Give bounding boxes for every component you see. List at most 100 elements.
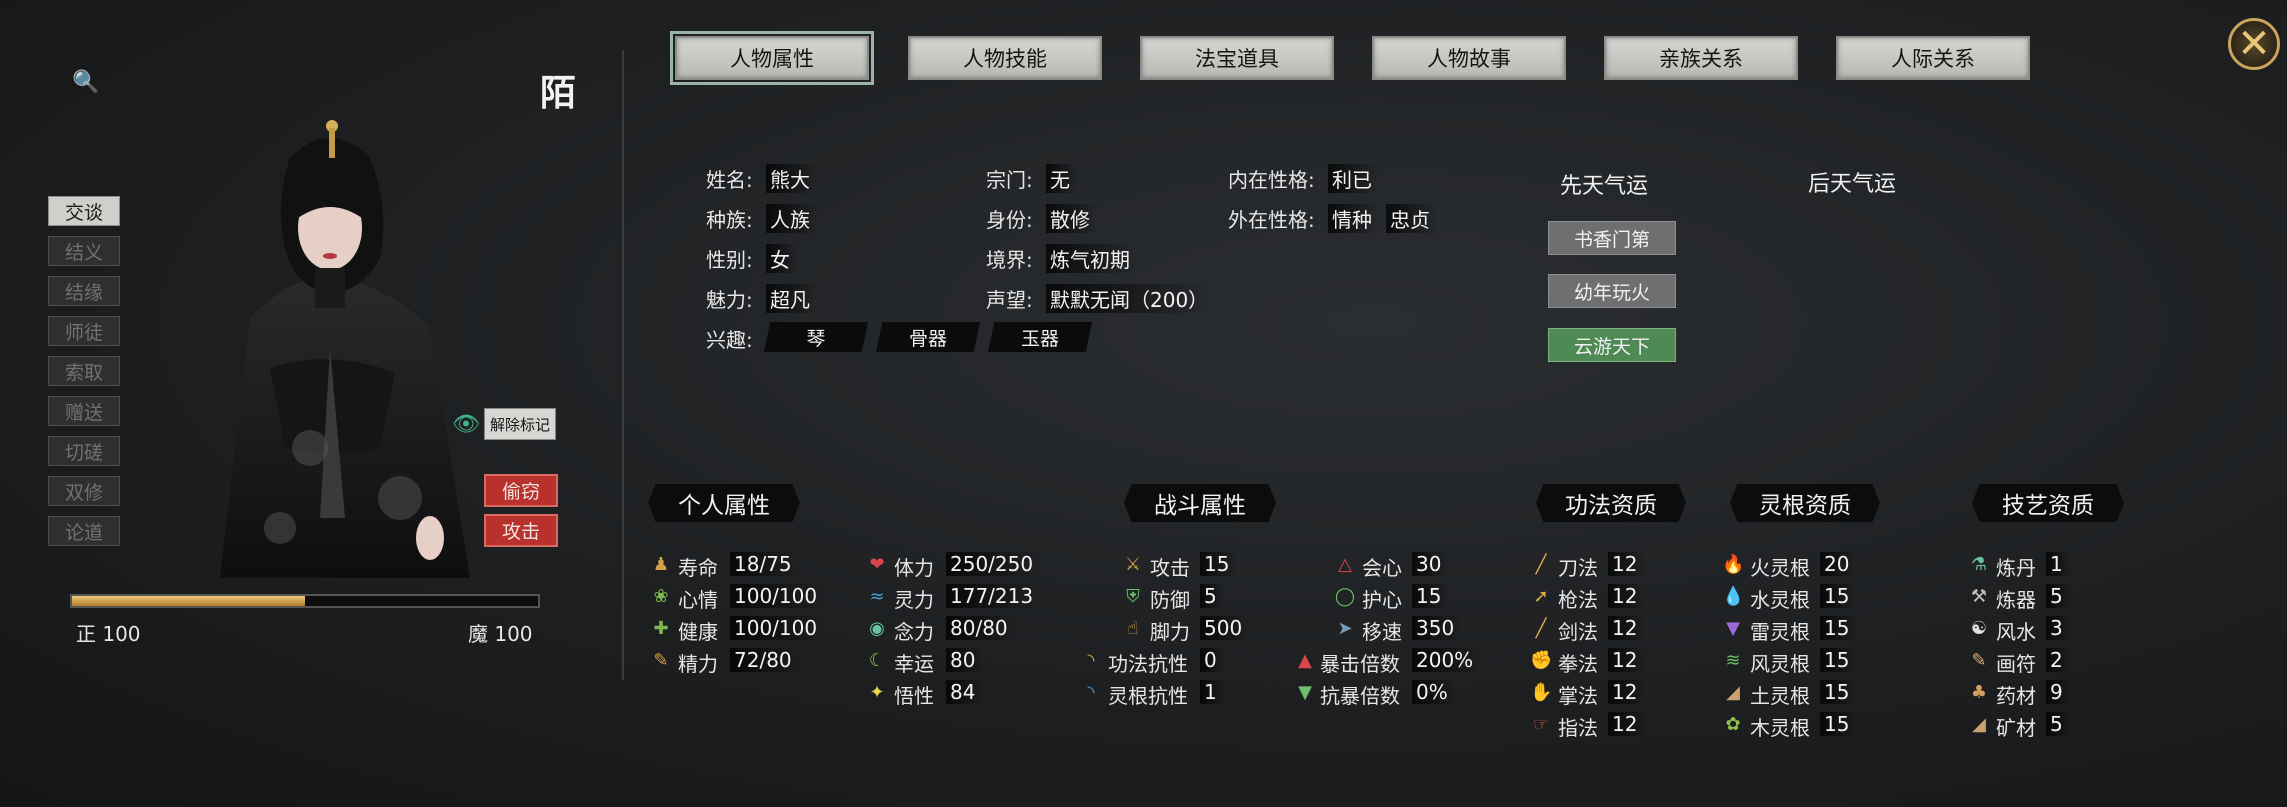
charm-value: 超凡 — [766, 284, 818, 313]
stat-label: 剑法 — [1558, 620, 1598, 644]
stat-label: 护心 — [1362, 588, 1402, 612]
stat-label: 土灵根 — [1750, 684, 1810, 708]
finger-icon: ☞ — [1532, 714, 1550, 735]
tab-family[interactable]: 亲族关系 — [1604, 36, 1798, 80]
talk-button[interactable]: 交谈 — [48, 196, 120, 226]
outer-personality-value: 情种 — [1328, 204, 1380, 233]
stat-value: 12 — [1608, 712, 1646, 736]
crit-multiplier-icon: ▲ — [1298, 650, 1312, 671]
stat-label: 雷灵根 — [1750, 620, 1810, 644]
innate-fate-title: 先天气运 — [1560, 174, 1649, 199]
stat-value: 100/100 — [730, 584, 826, 608]
stat-value: 177/213 — [946, 584, 1042, 608]
stat-label: 会心 — [1362, 556, 1402, 580]
righteous-label: 正 100 — [76, 622, 141, 646]
herb-icon: ♣ — [1970, 682, 1988, 703]
identity-label: 身份: — [986, 208, 1033, 232]
fate-item[interactable]: 云游天下 — [1548, 328, 1676, 362]
steal-button[interactable]: 偷窃 — [484, 474, 558, 507]
stat-value: 5 — [1200, 584, 1225, 608]
sect-value: 无 — [1046, 164, 1078, 193]
eye-icon[interactable]: 👁 — [452, 412, 480, 437]
stat-label: 心情 — [678, 588, 718, 612]
root-resist-icon: ◝ — [1087, 682, 1095, 703]
tab-attributes[interactable]: 人物属性 — [670, 31, 874, 85]
stat-label: 炼丹 — [1996, 556, 2036, 580]
heart-guard-icon: ◯ — [1334, 586, 1356, 607]
race-value: 人族 — [766, 204, 818, 233]
stat-value: 84 — [946, 680, 984, 704]
fate-item[interactable]: 幼年玩火 — [1548, 274, 1676, 308]
interest-label: 兴趣: — [706, 328, 753, 352]
discuss-dao-button[interactable]: 论道 — [48, 516, 120, 546]
tab-skills[interactable]: 人物技能 — [908, 36, 1102, 80]
stat-label: 枪法 — [1558, 588, 1598, 612]
dual-cultivation-button[interactable]: 双修 — [48, 476, 120, 506]
name-label: 姓名: — [706, 168, 753, 192]
health-icon: ✚ — [653, 618, 669, 639]
stat-label: 灵力 — [894, 588, 934, 612]
combat-attributes-header: 战斗属性 — [1124, 484, 1276, 522]
lifespan-icon: ♟ — [652, 554, 670, 575]
tab-treasures[interactable]: 法宝道具 — [1140, 36, 1334, 80]
forging-icon: ⚒ — [1970, 586, 1988, 607]
name-value: 熊大 — [766, 164, 818, 193]
blade-icon: ╱ — [1535, 554, 1547, 575]
talisman-icon: ✎ — [1971, 650, 1987, 671]
spar-button[interactable]: 切磋 — [48, 436, 120, 466]
tab-relations[interactable]: 人际关系 — [1836, 36, 2030, 80]
stat-label: 风灵根 — [1750, 652, 1810, 676]
stat-label: 体力 — [894, 556, 934, 580]
stat-label: 悟性 — [894, 684, 934, 708]
unmark-button[interactable]: 解除标记 — [484, 408, 556, 440]
stat-label: 木灵根 — [1750, 716, 1810, 740]
fame-label: 声望: — [986, 288, 1033, 312]
footwork-icon: ☝ — [1127, 618, 1139, 639]
stat-label: 攻击 — [1150, 556, 1190, 580]
stat-label: 抗暴倍数 — [1320, 684, 1400, 708]
stat-value: 18/75 — [730, 552, 800, 576]
craft-aptitude-header: 技艺资质 — [1972, 484, 2124, 522]
fengshui-icon: ☯ — [1970, 618, 1988, 639]
stat-value: 15 — [1820, 584, 1858, 608]
stat-label: 幸运 — [894, 652, 934, 676]
stat-label: 指法 — [1558, 716, 1598, 740]
stat-label: 火灵根 — [1750, 556, 1810, 580]
mentor-button[interactable]: 师徒 — [48, 316, 120, 346]
stat-label: 矿材 — [1996, 716, 2036, 740]
sworn-button[interactable]: 结义 — [48, 236, 120, 266]
stat-value: 1 — [2046, 552, 2071, 576]
comprehension-icon: ✦ — [869, 682, 885, 703]
demand-button[interactable]: 索取 — [48, 356, 120, 386]
interest-tag: 琴 — [764, 322, 868, 352]
alignment-bar — [70, 594, 540, 608]
character-portrait — [220, 120, 470, 578]
alchemy-icon: ⚗ — [1970, 554, 1988, 575]
gift-button[interactable]: 赠送 — [48, 396, 120, 426]
stat-value: 15 — [1820, 616, 1858, 640]
fate-item[interactable]: 书香门第 — [1548, 221, 1676, 255]
stat-label: 炼器 — [1996, 588, 2036, 612]
stat-value: 12 — [1608, 648, 1646, 672]
fist-icon: ✊ — [1530, 650, 1553, 671]
acquired-fate-title: 后天气运 — [1808, 172, 1897, 197]
water-root-icon: 💧 — [1722, 586, 1745, 607]
attack-button[interactable]: 攻击 — [484, 514, 558, 547]
stat-label: 风水 — [1996, 620, 2036, 644]
inner-personality-label: 内在性格: — [1228, 168, 1315, 192]
search-icon[interactable]: 🔍 — [72, 70, 99, 95]
thunder-root-icon: ▼ — [1726, 618, 1740, 639]
tab-story[interactable]: 人物故事 — [1372, 36, 1566, 80]
gender-value: 女 — [766, 244, 798, 273]
stat-value: 15 — [1820, 648, 1858, 672]
alignment-bar-fill — [72, 596, 305, 606]
stat-value: 12 — [1608, 680, 1646, 704]
personal-attributes-header: 个人属性 — [648, 484, 800, 522]
stat-value: 80/80 — [946, 616, 1016, 640]
stat-value: 12 — [1608, 616, 1646, 640]
stat-label: 移速 — [1362, 620, 1402, 644]
technique-resist-icon: ◝ — [1087, 650, 1095, 671]
marriage-button[interactable]: 结缘 — [48, 276, 120, 306]
stat-value: 250/250 — [946, 552, 1042, 576]
close-icon[interactable]: ✕ — [2228, 18, 2280, 70]
